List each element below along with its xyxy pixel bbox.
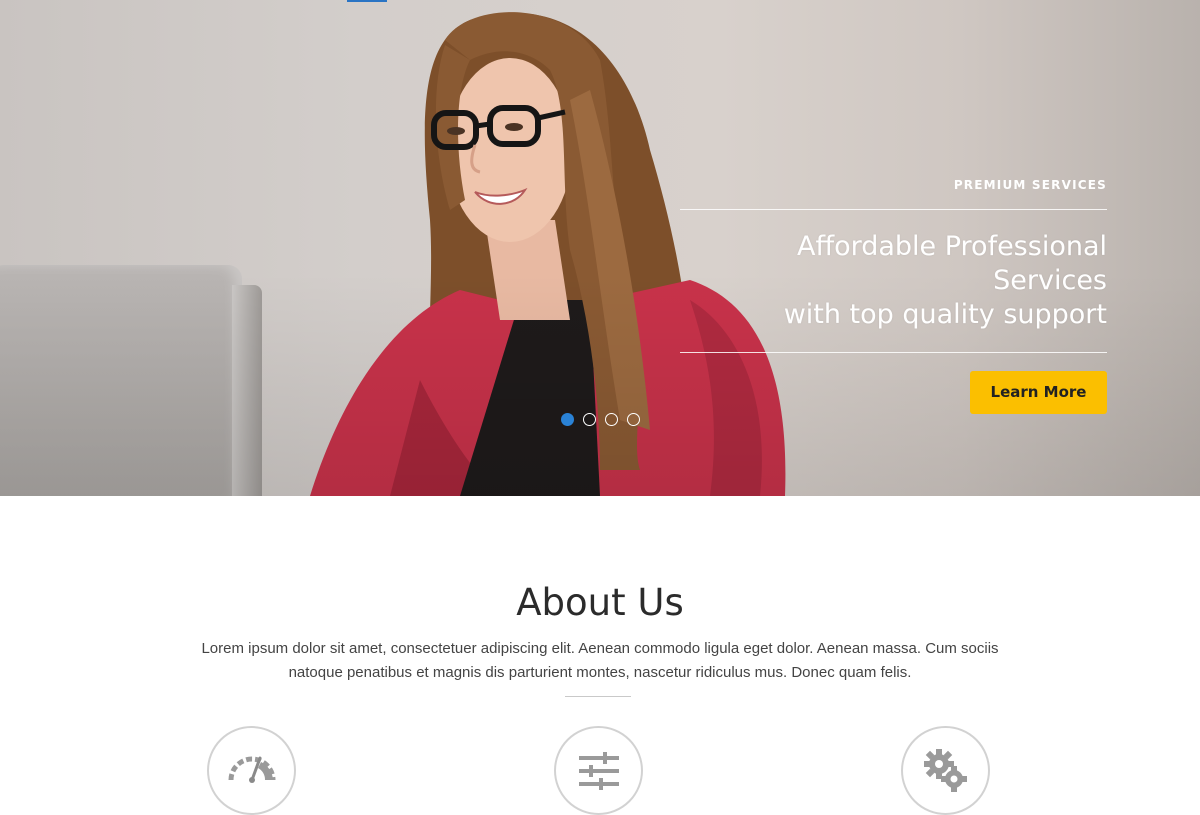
feature-gears[interactable]: [901, 726, 990, 815]
hero-eyebrow: PREMIUM SERVICES: [953, 178, 1107, 192]
slider-dot-1[interactable]: [561, 413, 574, 426]
slider-pagination: [561, 413, 640, 426]
feature-speedometer[interactable]: [207, 726, 296, 815]
hero-caption: PREMIUM SERVICES Affordable Professional…: [677, 178, 1107, 414]
hero-divider-top: [680, 209, 1107, 210]
slider-dot-2[interactable]: [583, 413, 596, 426]
about-divider: [565, 696, 631, 697]
sliders-icon: [578, 751, 619, 790]
gears-icon: [923, 748, 967, 792]
hero-divider-bottom: [680, 352, 1107, 353]
learn-more-button[interactable]: Learn More: [970, 371, 1107, 414]
hero-slider: PREMIUM SERVICES Affordable Professional…: [0, 0, 1200, 496]
hero-headline: Affordable Professional Services with to…: [677, 230, 1107, 332]
hero-headline-line2: with top quality support: [783, 299, 1107, 330]
slider-dot-4[interactable]: [627, 413, 640, 426]
hero-headline-line1: Affordable Professional Services: [797, 231, 1107, 296]
about-section: About Us Lorem ipsum dolor sit amet, con…: [0, 496, 1200, 815]
slider-dot-3[interactable]: [605, 413, 618, 426]
speedometer-icon: [228, 756, 275, 783]
about-description: Lorem ipsum dolor sit amet, consectetuer…: [201, 640, 999, 681]
about-title: About Us: [516, 580, 684, 624]
feature-sliders[interactable]: [554, 726, 643, 815]
